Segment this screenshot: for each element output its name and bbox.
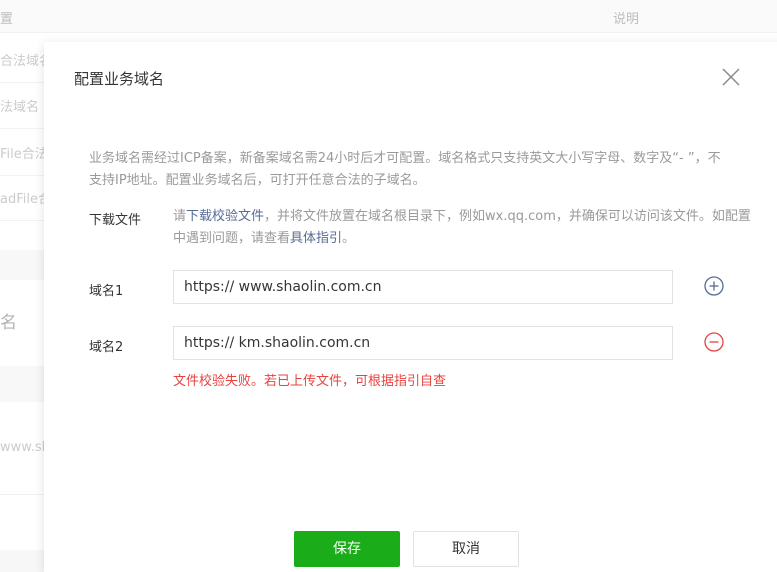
dialog-description: 业务域名需经过ICP备案，新备案域名需24小时后才可配置。域名格式只支持英文大小… xyxy=(89,151,721,188)
download-instructions: 请下载校验文件，并将文件放置在域名根目录下，例如wx.qq.com，并确保可以访… xyxy=(173,206,763,250)
plus-circle-icon[interactable] xyxy=(704,276,724,296)
download-text-3: 。 xyxy=(342,231,356,246)
domain-2-label: 域名2 xyxy=(89,340,124,355)
verification-error-message: 文件校验失败。若已上传文件，可根据指引自查 xyxy=(173,374,447,389)
dialog-title: 配置业务域名 xyxy=(74,70,165,88)
download-text-1: 请 xyxy=(173,209,187,224)
domain-config-dialog: 配置业务域名 业务域名需经过ICP备案，新备案域名需24小时后才可配置。域名格式… xyxy=(44,42,777,572)
cancel-button[interactable]: 取消 xyxy=(413,531,519,567)
guide-link[interactable]: 具体指引 xyxy=(290,231,342,246)
download-verification-file-link[interactable]: 下载校验文件 xyxy=(186,209,264,224)
save-button[interactable]: 保存 xyxy=(294,531,400,567)
close-icon[interactable] xyxy=(720,66,742,88)
download-label: 下载文件 xyxy=(89,213,142,228)
domain-1-input[interactable] xyxy=(173,270,673,304)
domain-2-input[interactable] xyxy=(173,326,673,360)
domain-1-label: 域名1 xyxy=(89,284,124,299)
minus-circle-icon[interactable] xyxy=(704,332,724,352)
